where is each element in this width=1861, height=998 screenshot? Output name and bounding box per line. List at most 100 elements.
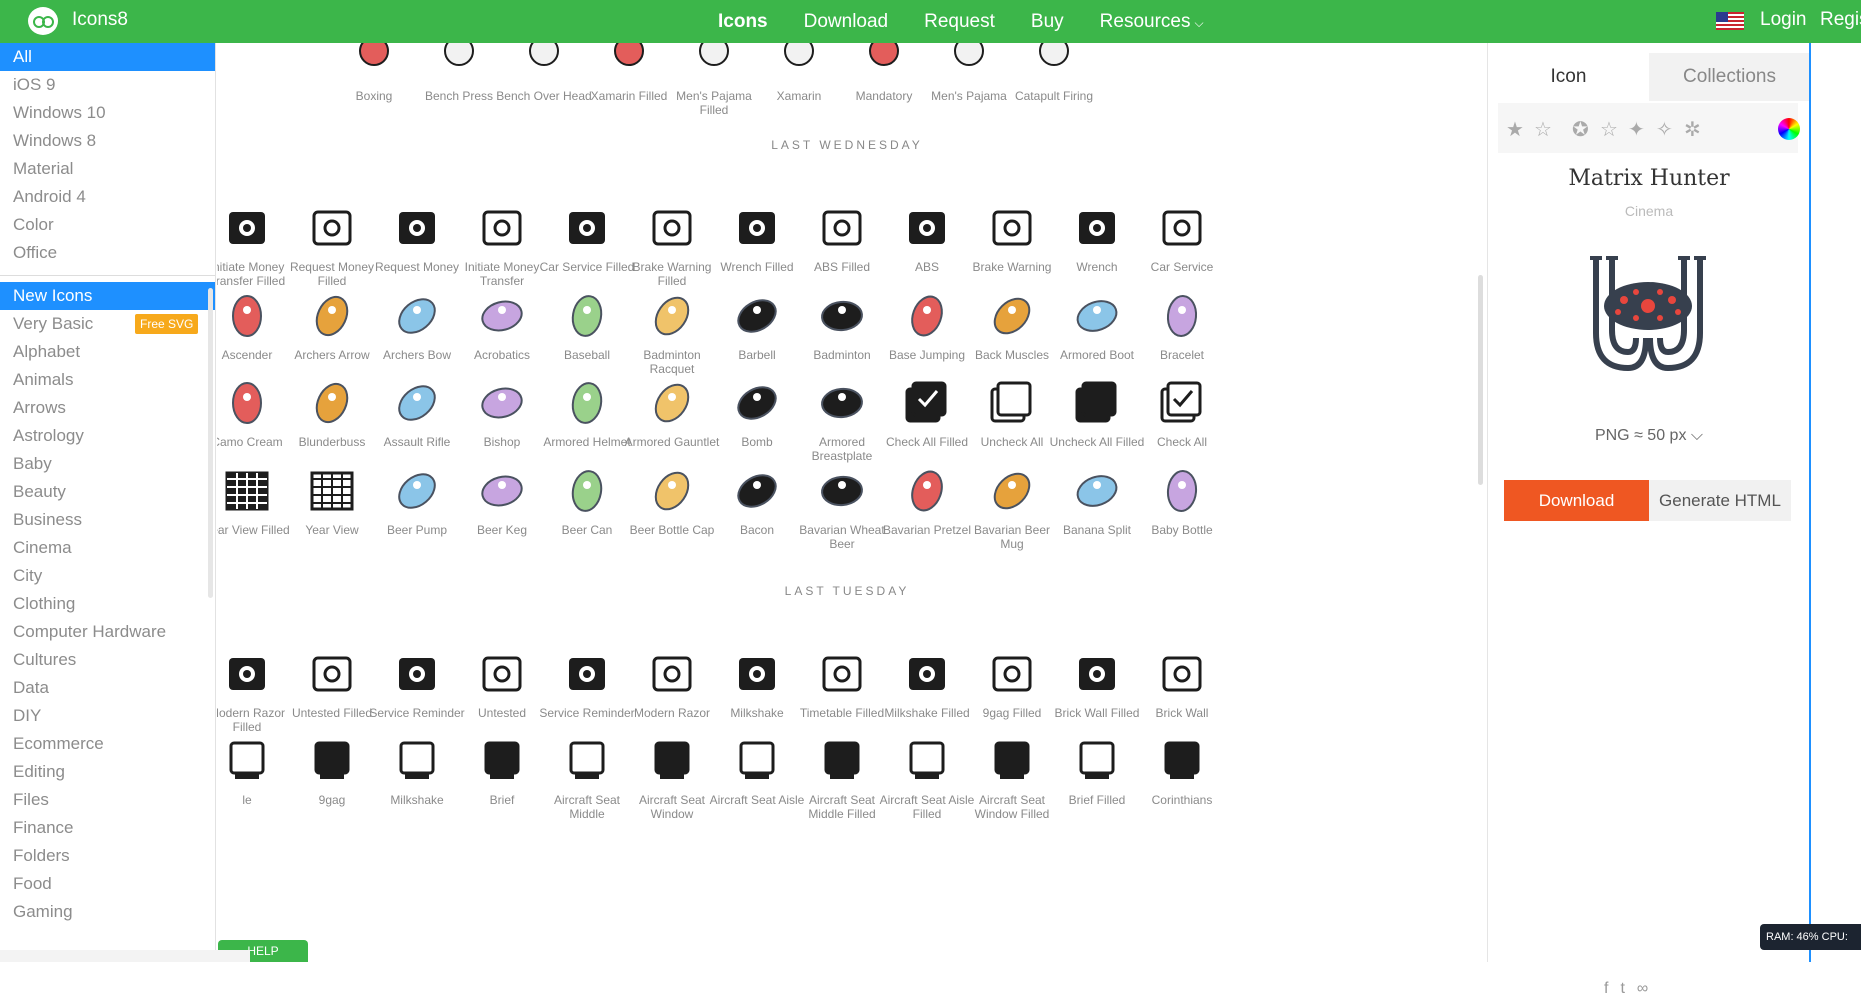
sidebar-item-editing[interactable]: Editing xyxy=(0,758,215,786)
star-thin-icon[interactable]: ☆ xyxy=(1600,120,1620,140)
star-filled-icon[interactable]: ★ xyxy=(1506,120,1526,140)
color-wheel-icon[interactable] xyxy=(1778,118,1800,140)
sidebar-item-gaming[interactable]: Gaming xyxy=(0,898,215,926)
sidebar-item-all[interactable]: All xyxy=(0,43,215,71)
icon-tile-corinthians[interactable]: Corinthians xyxy=(1132,733,1232,807)
milkshake-icon xyxy=(729,646,785,702)
sidebar-item-very-basic[interactable]: Very Basic Free SVG xyxy=(0,310,215,338)
twitter-icon[interactable]: t xyxy=(1620,980,1624,998)
nav-download[interactable]: Download xyxy=(804,11,889,33)
sidebar-item-folders[interactable]: Folders xyxy=(0,842,215,870)
us-flag-icon[interactable] xyxy=(1716,12,1744,30)
main-scrollbar[interactable] xyxy=(1478,275,1483,485)
login-link[interactable]: Login xyxy=(1760,9,1807,31)
sidebar-item-clothing[interactable]: Clothing xyxy=(0,590,215,618)
modern-razor-filled-icon xyxy=(219,646,275,702)
style-filters: ★ ☆ ✪ ☆ ✦ ✧ ✲ xyxy=(1498,103,1800,153)
sidebar-item-android-4[interactable]: Android 4 xyxy=(0,183,215,211)
icons8-logo-icon[interactable] xyxy=(28,7,58,35)
icon-caption: Catapult Firing xyxy=(1014,89,1094,103)
armored-breastplate-icon xyxy=(814,375,870,431)
sidebar-item-cultures[interactable]: Cultures xyxy=(0,646,215,674)
star-square-icon[interactable]: ✦ xyxy=(1628,120,1648,140)
beer-bottle-cap-icon xyxy=(644,463,700,519)
sidebar-item-ios-9[interactable]: iOS 9 xyxy=(0,71,215,99)
aircraft-seat-window-icon xyxy=(644,733,700,789)
sidebar-item-cinema[interactable]: Cinema xyxy=(0,534,215,562)
icon-detail-panel: Icon Collections ★ ☆ ✪ ☆ ✦ ✧ ✲ Matrix Hu… xyxy=(1487,43,1810,997)
sidebar-item-material[interactable]: Material xyxy=(0,155,215,183)
aircraft-seat-aisle-filled-icon xyxy=(899,733,955,789)
icon-tile-catapult-firing[interactable]: Catapult Firing xyxy=(1004,43,1104,103)
icon-tile-bracelet[interactable]: Bracelet xyxy=(1132,288,1232,362)
sidebar-item-beauty[interactable]: Beauty xyxy=(0,478,215,506)
blunderbuss-icon xyxy=(304,375,360,431)
sidebar-item-office[interactable]: Office xyxy=(0,239,215,267)
icon-tile-check-all[interactable]: Check All xyxy=(1132,375,1232,449)
generate-html-button[interactable]: Generate HTML xyxy=(1649,480,1791,521)
bishop-icon xyxy=(474,375,530,431)
bavarian-pretzel-icon xyxy=(899,463,955,519)
sidebar-item-computer-hardware[interactable]: Computer Hardware xyxy=(0,618,215,646)
sidebar-item-data[interactable]: Data xyxy=(0,674,215,702)
sidebar-item-alphabet[interactable]: Alphabet xyxy=(0,338,215,366)
register-link[interactable]: Regis xyxy=(1820,9,1861,31)
chevron-down-icon: ⌵ xyxy=(1194,15,1204,30)
icon-caption: Baby Bottle xyxy=(1151,523,1213,537)
download-button[interactable]: Download xyxy=(1504,480,1649,521)
format-selector[interactable]: PNG ≈ 50 px ⌵ xyxy=(1488,427,1810,445)
brake-warning-filled-icon xyxy=(644,200,700,256)
nav-icons[interactable]: Icons xyxy=(718,11,768,33)
sidebar-item-astrology[interactable]: Astrology xyxy=(0,422,215,450)
free-svg-badge[interactable]: Free SVG xyxy=(135,314,199,334)
platform-sidebar: All iOS 9 Windows 10 Windows 8 Material Andro… xyxy=(0,43,216,962)
aircraft-seat-aisle-icon xyxy=(729,733,785,789)
status-url xyxy=(0,950,250,962)
sidebar-item-windows-10[interactable]: Windows 10 xyxy=(0,99,215,127)
sidebar-item-arrows[interactable]: Arrows xyxy=(0,394,215,422)
icon-title: Matrix Hunter xyxy=(1568,166,1730,191)
facebook-icon[interactable]: f xyxy=(1604,980,1608,998)
armored-gauntlet-icon xyxy=(644,375,700,431)
sidebar-item-business[interactable]: Business xyxy=(0,506,215,534)
icon-category[interactable]: Cinema xyxy=(1488,203,1810,219)
star-outline-icon[interactable]: ☆ xyxy=(1534,120,1554,140)
brand-name[interactable]: Icons8 xyxy=(72,9,128,31)
modern-razor-icon xyxy=(644,646,700,702)
star-box-icon[interactable]: ✧ xyxy=(1656,120,1676,140)
untested-icon xyxy=(474,646,530,702)
tab-collections[interactable]: Collections xyxy=(1649,53,1810,101)
icon-tile-baby-bottle[interactable]: Baby Bottle xyxy=(1132,463,1232,537)
archers-bow-icon xyxy=(389,288,445,344)
uncheck-all-icon xyxy=(984,375,1040,431)
beer-pump-icon xyxy=(389,463,445,519)
check-all-icon xyxy=(1154,375,1210,431)
sidebar-item-ecommerce[interactable]: Ecommerce xyxy=(0,730,215,758)
nav-resources[interactable]: Resources ⌵ xyxy=(1100,11,1204,33)
sidebar-item-new-icons[interactable]: New Icons xyxy=(0,282,215,310)
sidebar-item-animals[interactable]: Animals xyxy=(0,366,215,394)
link-icon[interactable]: ∞ xyxy=(1637,980,1648,998)
sidebar-item-windows-8[interactable]: Windows 8 xyxy=(0,127,215,155)
nav-request[interactable]: Request xyxy=(924,11,995,33)
sidebar-item-files[interactable]: Files xyxy=(0,786,215,814)
tab-icon[interactable]: Icon xyxy=(1488,53,1649,101)
icon-caption: Car Service xyxy=(1150,260,1214,274)
star-circle-icon[interactable]: ✪ xyxy=(1572,120,1592,140)
icon-caption: Corinthians xyxy=(1151,793,1213,807)
barbell-icon xyxy=(729,288,785,344)
sidebar-item-food[interactable]: Food xyxy=(0,870,215,898)
sidebar-item-color[interactable]: Color xyxy=(0,211,215,239)
sidebar-divider xyxy=(0,275,215,276)
archers-arrow-icon xyxy=(304,288,360,344)
icon-tile-car-service[interactable]: Car Service xyxy=(1132,200,1232,274)
badminton-racquet-icon xyxy=(644,288,700,344)
nav-buy[interactable]: Buy xyxy=(1031,11,1064,33)
star-burst-icon[interactable]: ✲ xyxy=(1684,120,1704,140)
sidebar-scrollbar[interactable] xyxy=(208,288,213,598)
sidebar-item-diy[interactable]: DIY xyxy=(0,702,215,730)
sidebar-item-finance[interactable]: Finance xyxy=(0,814,215,842)
icon-tile-brick-wall[interactable]: Brick Wall xyxy=(1132,646,1232,720)
sidebar-item-baby[interactable]: Baby xyxy=(0,450,215,478)
sidebar-item-city[interactable]: City xyxy=(0,562,215,590)
